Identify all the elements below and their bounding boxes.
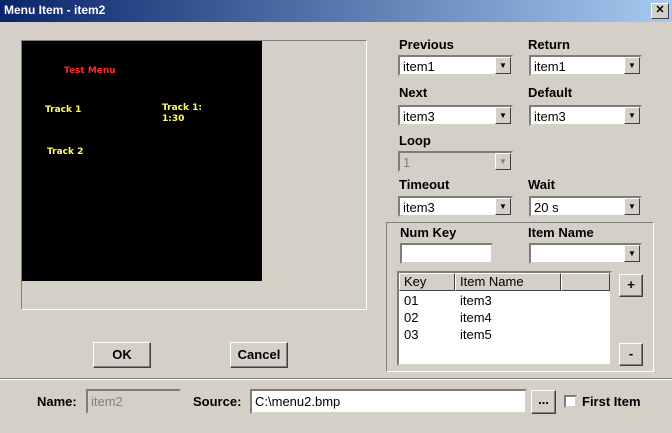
list-item-key: 01 [404,293,419,308]
next-value: item3 [403,109,435,124]
column-header-item-name[interactable]: Item Name [455,273,561,291]
list-item[interactable]: 02 item4 [399,310,610,327]
loop-label: Loop [399,133,431,148]
loop-select: 1 ▼ [398,151,513,172]
add-item-button[interactable]: + [619,274,643,297]
loop-value: 1 [403,155,411,170]
previous-label: Previous [399,37,454,52]
wait-select[interactable]: 20 s ▼ [529,196,642,217]
chevron-down-icon: ▼ [495,153,511,170]
source-label: Source: [193,394,242,409]
preview-title: Test Menu [64,66,116,76]
remove-item-button[interactable]: - [619,343,643,366]
chevron-down-icon[interactable]: ▼ [624,245,640,262]
timeout-label: Timeout [399,177,450,192]
source-input[interactable]: C:\menu2.bmp [250,389,527,414]
ok-button[interactable]: OK [93,342,151,368]
name-label: Name: [37,394,77,409]
return-value: item1 [534,59,566,74]
item-name-select[interactable]: ▼ [529,243,642,264]
list-item[interactable]: 01 item3 [399,293,610,310]
list-item-name: item3 [460,293,492,308]
cancel-button[interactable]: Cancel [230,342,288,368]
default-select[interactable]: item3 ▼ [529,105,642,126]
preview-item-1: Track 1 [45,105,82,115]
chevron-down-icon[interactable]: ▼ [495,57,511,74]
first-item-label: First Item [582,394,641,409]
return-label: Return [528,37,570,52]
default-value: item3 [534,109,566,124]
column-header-empty [561,273,610,291]
close-button[interactable]: ✕ [651,3,669,19]
key-list[interactable]: Key Item Name 01 item3 02 item4 03 item5 [397,271,612,366]
default-label: Default [528,85,573,100]
chevron-down-icon[interactable]: ▼ [624,198,640,215]
footer-separator [0,378,672,380]
timeout-value: item3 [403,200,435,215]
next-label: Next [399,85,428,100]
first-item-checkbox[interactable] [564,395,577,408]
chevron-down-icon[interactable]: ▼ [624,57,640,74]
wait-value: 20 s [534,200,559,215]
chevron-down-icon[interactable]: ▼ [495,107,511,124]
name-field: item2 [86,389,181,414]
chevron-down-icon[interactable]: ▼ [495,198,511,215]
preview-item-2: Track 1: 1:30 [162,103,202,124]
preview-item-3: Track 2 [47,147,84,157]
wait-label: Wait [528,177,555,192]
list-item-key: 03 [404,327,419,342]
return-select[interactable]: item1 ▼ [529,55,642,76]
previous-value: item1 [403,59,435,74]
list-item-name: item5 [460,327,492,342]
dialog-window: Menu Item - item2 ✕ Test Menu Track 1 Tr… [0,0,672,433]
menu-preview-image: Test Menu Track 1 Track 1: 1:30 Track 2 [22,41,262,281]
item-name-label: Item Name [528,225,594,240]
title-bar[interactable]: Menu Item - item2 ✕ [0,0,672,22]
num-key-label: Num Key [400,225,457,240]
list-item-name: item4 [460,310,492,325]
num-key-input[interactable] [400,243,493,264]
previous-select[interactable]: item1 ▼ [398,55,513,76]
browse-button[interactable]: ... [531,390,556,414]
chevron-down-icon[interactable]: ▼ [624,107,640,124]
list-item-key: 02 [404,310,419,325]
next-select[interactable]: item3 ▼ [398,105,513,126]
window-title: Menu Item - item2 [4,3,106,17]
column-header-key[interactable]: Key [399,273,455,291]
timeout-select[interactable]: item3 ▼ [398,196,513,217]
list-item[interactable]: 03 item5 [399,327,610,344]
